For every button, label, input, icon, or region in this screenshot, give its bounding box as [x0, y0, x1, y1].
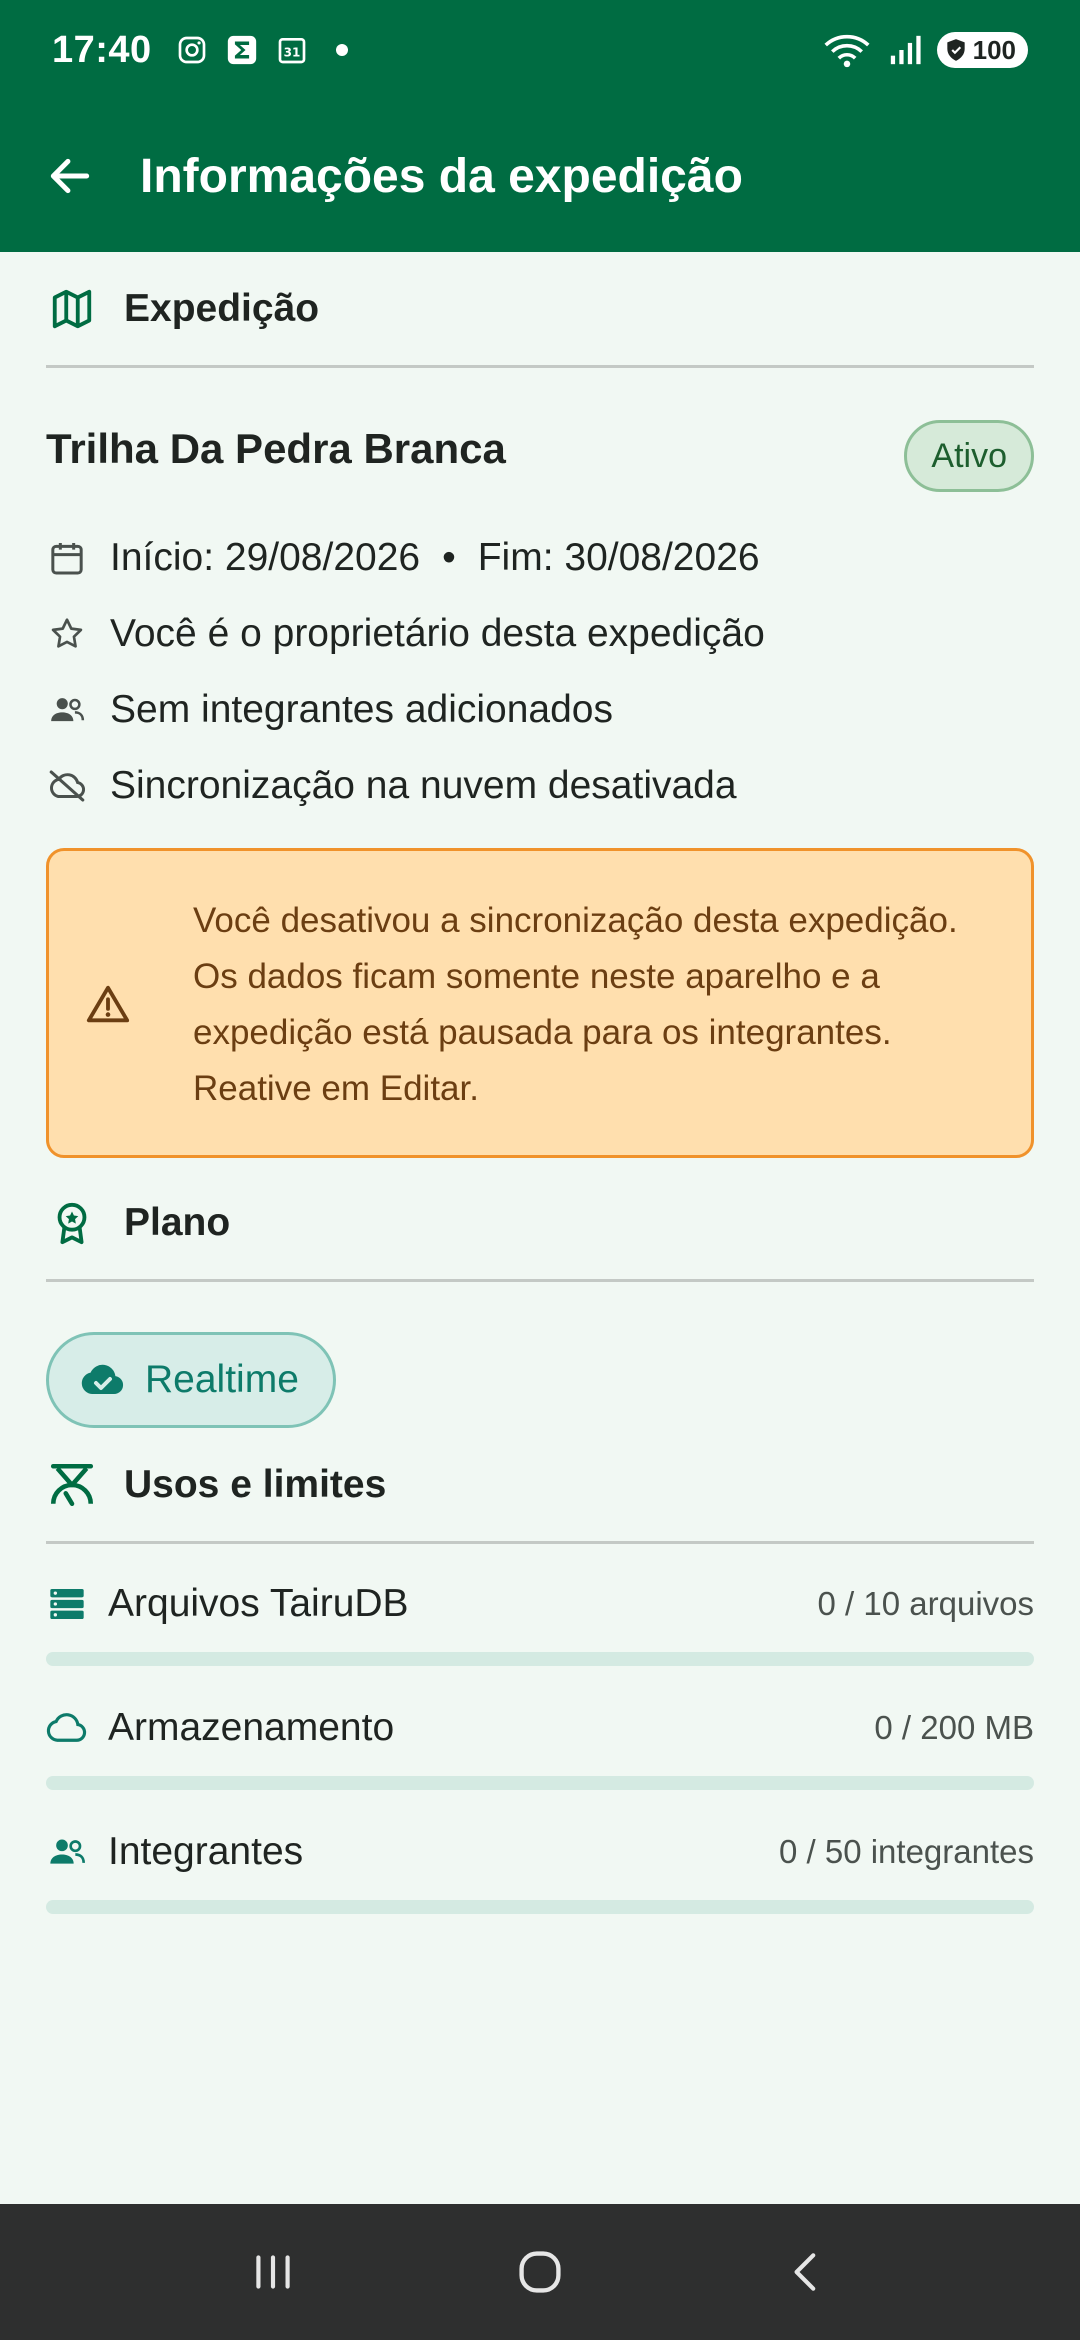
dot-icon [324, 32, 360, 68]
expedition-name: Trilha Da Pedra Branca [46, 425, 506, 472]
storage-list-icon [46, 1583, 88, 1625]
owner-text: Você é o proprietário desta expedição [110, 612, 765, 655]
cloud-off-icon [46, 765, 88, 807]
status-badge: Ativo [904, 420, 1034, 492]
home-icon [519, 2251, 561, 2293]
chevron-left-icon [794, 2253, 815, 2291]
signal-icon [887, 32, 923, 68]
svg-text:31: 31 [283, 46, 300, 60]
plan-chip: Realtime [46, 1332, 336, 1428]
usage-progress-bar [46, 1776, 1034, 1790]
section-header-expedicao: Expedição [46, 252, 1034, 368]
arrow-left-icon [50, 158, 90, 194]
usage-row-armazenamento: Armazenamento 0 / 200 MB [46, 1706, 1034, 1790]
section-header-plano: Plano [46, 1166, 1034, 1282]
people-icon [46, 1831, 88, 1873]
status-time: 17:40 [52, 28, 152, 71]
recent-apps-button[interactable] [233, 2232, 313, 2312]
sync-text: Sincronização na nuvem desativada [110, 764, 737, 807]
award-icon [46, 1197, 98, 1249]
page-title: Informações da expedição [140, 149, 743, 203]
cloud-done-icon [79, 1356, 127, 1404]
calendar-icon [46, 537, 88, 579]
cloud-icon [46, 1707, 88, 1749]
section-title: Usos e limites [124, 1462, 387, 1506]
home-button[interactable] [500, 2232, 580, 2312]
usage-value: 0 / 10 arquivos [817, 1585, 1034, 1622]
members-text: Sem integrantes adicionados [110, 688, 613, 731]
recent-apps-icon [256, 2255, 290, 2289]
back-button[interactable] [40, 146, 100, 206]
sigma-icon [224, 32, 260, 68]
battery-indicator: 100 [936, 32, 1028, 68]
people-icon [46, 689, 88, 731]
info-row-members: Sem integrantes adicionados [46, 672, 1034, 748]
section-title: Expedição [124, 286, 320, 330]
main-content: Expedição Trilha Da Pedra Branca Ativo I… [46, 252, 1034, 1914]
usage-progress-bar [46, 1900, 1034, 1914]
info-row-sync: Sincronização na nuvem desativada [46, 748, 1034, 824]
map-icon [46, 283, 98, 335]
star-icon [46, 613, 88, 655]
sync-warning-banner: Você desativou a sincronização desta exp… [46, 848, 1034, 1158]
expedition-title-row: Trilha Da Pedra Branca Ativo [46, 406, 1034, 492]
usage-label: Armazenamento [108, 1706, 395, 1749]
usage-value: 0 / 200 MB [874, 1709, 1034, 1746]
app-bar: Informações da expedição [0, 100, 1080, 252]
date-separator: • [442, 536, 456, 579]
battery-icon [946, 39, 965, 61]
instagram-icon [174, 32, 210, 68]
battery-level: 100 [972, 34, 1016, 65]
usage-label: Arquivos TairuDB [108, 1582, 409, 1625]
usage-progress-bar [46, 1652, 1034, 1666]
info-row-owner: Você é o proprietário desta expedição [46, 596, 1034, 672]
calendar-31-icon: 31 [274, 32, 310, 68]
system-nav-bar [0, 2204, 1080, 2340]
plan-name: Realtime [145, 1358, 299, 1401]
status-system-icons: 100 [821, 32, 1028, 68]
usage-row-integrantes: Integrantes 0 / 50 integrantes [46, 1830, 1034, 1914]
usage-row-arquivos: Arquivos TairuDB 0 / 10 arquivos [46, 1582, 1034, 1666]
section-header-usos: Usos e limites [46, 1428, 1034, 1544]
usage-label: Integrantes [108, 1830, 304, 1873]
status-notification-icons: 31 [174, 32, 360, 68]
warning-text: Você desativou a sincronização desta exp… [193, 901, 958, 1108]
expedition-info-list: Início: 29/08/2026 • Fim: 30/08/2026 Voc… [46, 520, 1034, 824]
status-bar: 17:40 31 100 [0, 0, 1080, 100]
end-date: Fim: 30/08/2026 [477, 536, 760, 579]
wifi-icon [821, 32, 873, 68]
section-title: Plano [124, 1200, 231, 1244]
usage-value: 0 / 50 integrantes [778, 1833, 1034, 1870]
info-row-dates: Início: 29/08/2026 • Fim: 30/08/2026 [46, 520, 1034, 596]
scale-gauge-icon [46, 1459, 98, 1511]
back-nav-button[interactable] [767, 2232, 847, 2312]
warning-icon [86, 985, 130, 1023]
start-date: Início: 29/08/2026 [110, 536, 421, 579]
